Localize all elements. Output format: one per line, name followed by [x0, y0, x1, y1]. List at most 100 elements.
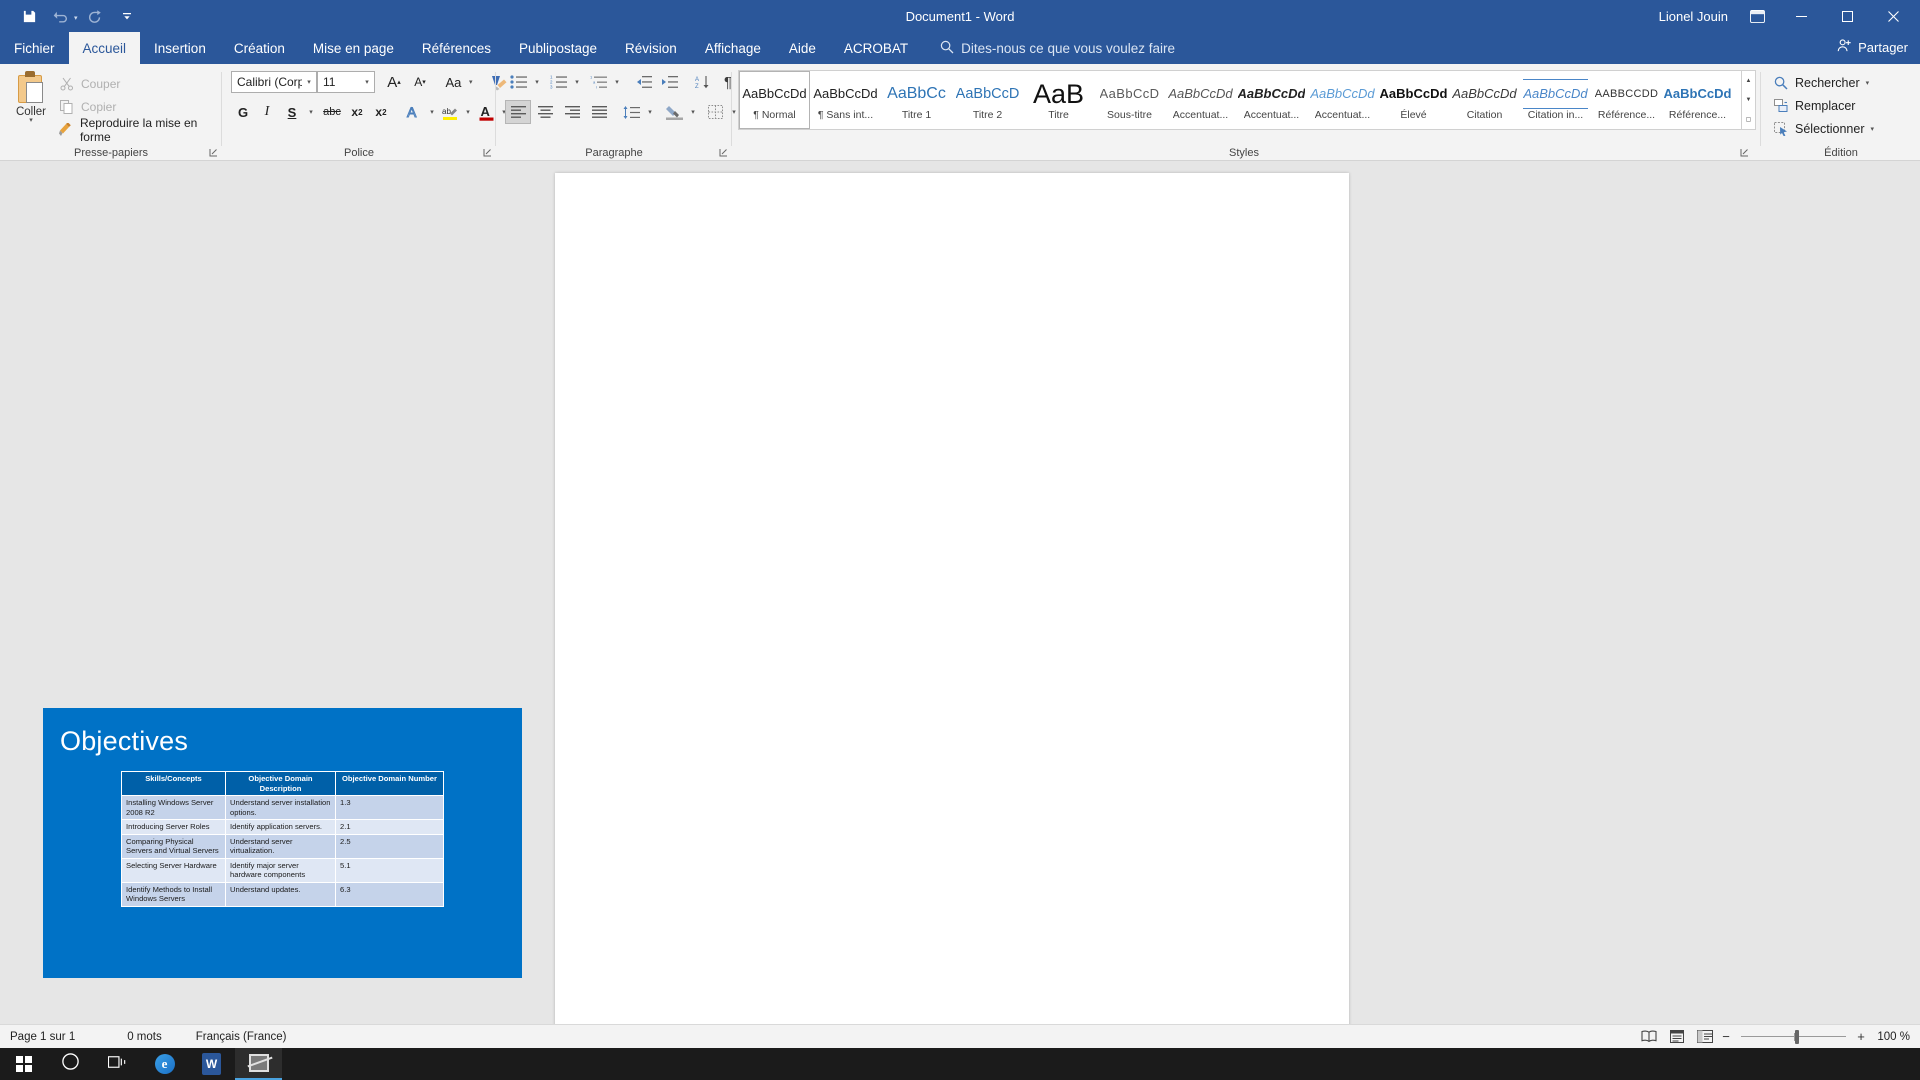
tab-fichier[interactable]: Fichier [0, 32, 69, 64]
tab-references[interactable]: Références [408, 32, 505, 64]
zoom-level-label[interactable]: 100 % [1874, 1031, 1910, 1043]
subscript-button[interactable]: x2 [345, 100, 369, 124]
task-view-button[interactable] [94, 1048, 141, 1080]
style-item-titre[interactable]: AaB Titre [1023, 71, 1094, 129]
chevron-down-icon[interactable]: ▾ [302, 78, 316, 86]
font-size-input[interactable]: 11 ▾ [317, 71, 375, 93]
read-mode-view-button[interactable] [1635, 1026, 1663, 1048]
grow-font-button[interactable]: A ▴ [382, 70, 406, 94]
superscript-button[interactable]: x2 [369, 100, 393, 124]
align-left-button[interactable] [505, 100, 531, 124]
format-painter-command[interactable]: Reproduire la mise en forme [56, 116, 222, 144]
style-item-titre-2[interactable]: AaBbCcD Titre 2 [952, 71, 1023, 129]
shrink-font-button[interactable]: A ▾ [408, 70, 432, 94]
snipping-tool-taskbar-button[interactable] [235, 1048, 282, 1080]
tab-aide[interactable]: Aide [775, 32, 830, 64]
edge-taskbar-button[interactable]: e [141, 1048, 188, 1080]
maximize-window-button[interactable] [1824, 0, 1870, 32]
paragraph-dialog-launcher[interactable] [717, 146, 729, 158]
chevron-down-icon[interactable]: ▾ [360, 78, 374, 86]
language-indicator[interactable]: Français (France) [196, 1031, 287, 1043]
style-item-normal[interactable]: AaBbCcDd ¶ Normal [739, 71, 810, 129]
multilevel-dropdown-icon[interactable]: ▾ [611, 74, 623, 90]
copy-command[interactable]: Copier [56, 97, 116, 117]
style-item-citation[interactable]: AaBbCcDd Citation [1449, 71, 1520, 129]
cortana-search-button[interactable] [47, 1048, 94, 1080]
style-item-titre-1[interactable]: AaBbCc Titre 1 [881, 71, 952, 129]
align-center-button[interactable] [532, 100, 558, 124]
print-layout-view-button[interactable] [1663, 1026, 1691, 1048]
select-command[interactable]: Sélectionner ▾ [1772, 118, 1874, 140]
line-spacing-dropdown-icon[interactable]: ▾ [644, 104, 656, 120]
tab-acrobat[interactable]: ACROBAT [830, 32, 922, 64]
share-button[interactable]: Partager [1837, 38, 1908, 56]
undo-dropdown-icon[interactable]: ▾ [74, 14, 78, 22]
decrease-indent-button[interactable] [630, 70, 656, 94]
multilevel-list-button[interactable]: 1ai [585, 70, 611, 94]
strikethrough-button[interactable]: abc [319, 100, 345, 124]
align-right-button[interactable] [559, 100, 585, 124]
clipboard-dialog-launcher[interactable] [207, 146, 219, 158]
line-spacing-button[interactable] [618, 100, 644, 124]
styles-gallery-scroll[interactable]: ▲ ▼ ▢ [1742, 70, 1756, 130]
objectives-slide-image[interactable]: Objectives Skills/Concepts Objective Dom… [43, 708, 522, 978]
font-name-input[interactable]: Calibri (Corp ▾ [231, 71, 317, 93]
highlight-dropdown-icon[interactable]: ▾ [462, 104, 474, 120]
tab-affichage[interactable]: Affichage [691, 32, 775, 64]
document-page[interactable] [555, 173, 1349, 1024]
web-layout-view-button[interactable] [1691, 1026, 1719, 1048]
styles-more-icon[interactable]: ▢ [1742, 110, 1755, 129]
save-icon[interactable] [14, 3, 44, 29]
style-item-accentuation-intense[interactable]: AaBbCcDd Accentuat... [1307, 71, 1378, 129]
style-item-citation-intense[interactable]: AaBbCcDd Citation in... [1520, 71, 1591, 129]
tab-revision[interactable]: Révision [611, 32, 691, 64]
tab-publipostage[interactable]: Publipostage [505, 32, 611, 64]
style-item-accentuation[interactable]: AaBbCcDd Accentuat... [1236, 71, 1307, 129]
ribbon-display-options-icon[interactable] [1746, 5, 1768, 27]
style-item-accentuation-discrete[interactable]: AaBbCcDd Accentuat... [1165, 71, 1236, 129]
word-taskbar-button[interactable]: W [188, 1048, 235, 1080]
style-item-eleve[interactable]: AaBbCcDd Élevé [1378, 71, 1449, 129]
tab-mise-en-page[interactable]: Mise en page [299, 32, 408, 64]
text-effects-dropdown-icon[interactable]: ▾ [426, 104, 438, 120]
paste-dropdown-icon[interactable]: ▾ [29, 117, 33, 124]
shading-dropdown-icon[interactable]: ▾ [687, 104, 699, 120]
zoom-in-button[interactable]: + [1854, 1029, 1868, 1044]
styles-scroll-up-icon[interactable]: ▲ [1742, 71, 1755, 90]
style-item-sans-interligne[interactable]: AaBbCcDd ¶ Sans int... [810, 71, 881, 129]
borders-button[interactable] [702, 100, 728, 124]
customize-quick-access-toolbar-icon[interactable] [112, 3, 142, 29]
find-dropdown-icon[interactable]: ▾ [1866, 79, 1870, 87]
sort-button[interactable]: AZ [689, 70, 715, 94]
find-command[interactable]: Rechercher ▾ [1772, 72, 1869, 94]
tab-insertion[interactable]: Insertion [140, 32, 220, 64]
styles-scroll-down-icon[interactable]: ▼ [1742, 90, 1755, 109]
increase-indent-button[interactable] [656, 70, 682, 94]
underline-button[interactable]: S [279, 100, 305, 124]
close-window-button[interactable] [1870, 0, 1916, 32]
shading-button[interactable] [661, 100, 687, 124]
style-item-reference-intense[interactable]: AaBbCcDd Référence... [1662, 71, 1733, 129]
tab-creation[interactable]: Création [220, 32, 299, 64]
numbering-button[interactable]: 123 [545, 70, 571, 94]
justify-button[interactable] [586, 100, 612, 124]
style-item-sous-titre[interactable]: AaBbCcD Sous-titre [1094, 71, 1165, 129]
numbering-dropdown-icon[interactable]: ▾ [571, 74, 583, 90]
account-name[interactable]: Lionel Jouin [1659, 9, 1728, 24]
text-highlight-color-button[interactable]: ab [438, 100, 462, 124]
document-area[interactable]: Objectives Skills/Concepts Objective Dom… [0, 161, 1920, 1024]
tell-me-search[interactable]: Dites-nous ce que vous voulez faire [922, 32, 1175, 64]
font-dialog-launcher[interactable] [481, 146, 493, 158]
bold-button[interactable]: G [231, 100, 255, 124]
tab-accueil[interactable]: Accueil [68, 32, 141, 64]
replace-command[interactable]: Remplacer [1772, 95, 1855, 117]
zoom-slider[interactable] [1741, 1029, 1846, 1045]
styles-dialog-launcher[interactable] [1738, 146, 1750, 158]
change-case-button[interactable]: Aa ▾ [440, 70, 478, 94]
page-indicator[interactable]: Page 1 sur 1 [10, 1031, 75, 1043]
styles-gallery[interactable]: AaBbCcDd ¶ Normal AaBbCcDd ¶ Sans int...… [738, 70, 1742, 130]
italic-button[interactable]: I [255, 100, 279, 124]
zoom-slider-thumb[interactable] [1795, 1029, 1799, 1044]
redo-icon[interactable] [80, 3, 110, 29]
bullets-button[interactable] [505, 70, 531, 94]
